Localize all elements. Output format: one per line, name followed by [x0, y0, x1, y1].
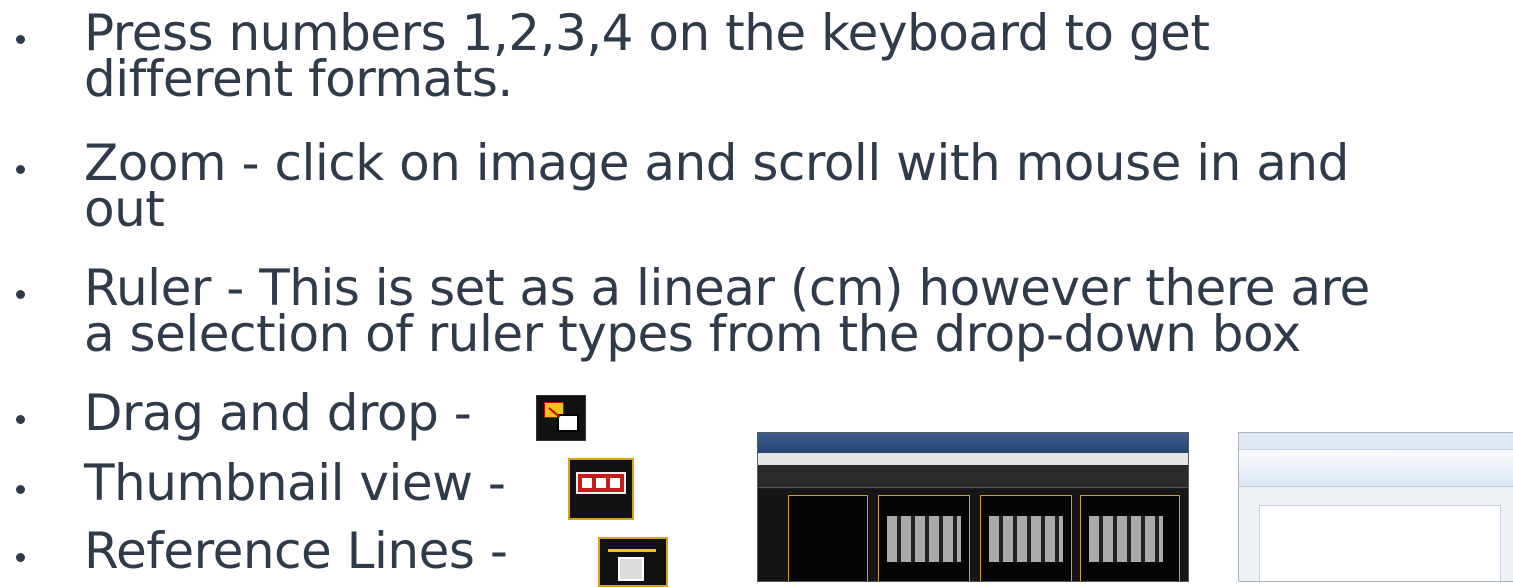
image-panel — [878, 495, 970, 581]
bullet-dot — [16, 35, 25, 44]
drag-target-shape — [557, 414, 579, 432]
document-page — [1259, 505, 1501, 581]
thumbnail-view-icon — [568, 458, 634, 520]
pacs-viewer-screenshot — [757, 432, 1189, 582]
bullet-dot — [16, 290, 25, 299]
ribbon — [1239, 450, 1513, 487]
menu-bar — [758, 453, 1188, 465]
bullet-text: Reference Lines - — [84, 522, 508, 580]
bullet-text: a selection of ruler types from the drop… — [84, 305, 1301, 363]
bullet-dot — [16, 415, 25, 424]
bullet-dot — [16, 485, 25, 494]
bullet-text: out — [84, 180, 165, 238]
bullet-dot — [16, 553, 25, 562]
image-panel — [1080, 495, 1180, 581]
toolbar — [758, 465, 1188, 488]
viewer-content — [758, 489, 1188, 581]
word-document-screenshot — [1238, 432, 1513, 582]
ribbon-tabs — [1239, 433, 1513, 450]
reference-image — [618, 557, 644, 581]
bullet-text: Drag and drop - — [84, 384, 472, 442]
thumbnail-strip — [576, 472, 626, 494]
window-titlebar — [758, 433, 1188, 453]
bullet-text: different formats. — [84, 50, 513, 108]
bullet-text: Thumbnail view - — [84, 454, 506, 512]
series-panel — [788, 495, 868, 581]
bullet-dot — [16, 165, 25, 174]
image-panel — [980, 495, 1072, 581]
reference-line — [608, 549, 656, 552]
bullet-text: Zoom - click on image and scroll with mo… — [84, 134, 1349, 192]
drag-drop-icon — [536, 395, 586, 441]
